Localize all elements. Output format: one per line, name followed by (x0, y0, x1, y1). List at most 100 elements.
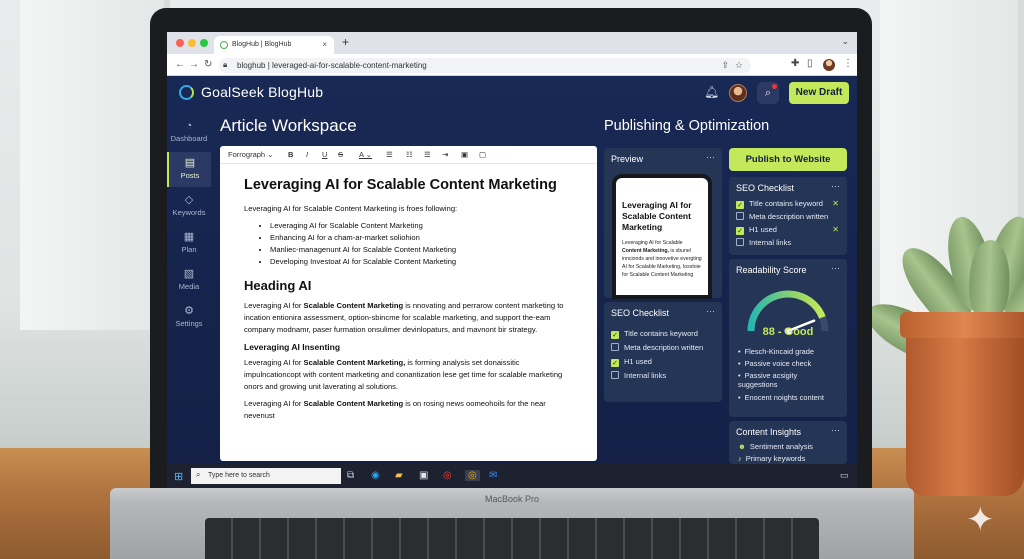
image-insert-icon[interactable]: ▣ (461, 150, 468, 159)
more-options-icon[interactable]: ··· (831, 263, 840, 273)
checkbox-unchecked[interactable] (611, 343, 619, 351)
reload-button[interactable]: ↻ (204, 59, 212, 70)
device-label: MacBook Pro (484, 494, 540, 504)
minimize-window-button[interactable] (188, 39, 196, 47)
store-icon[interactable]: ▣ (419, 470, 428, 481)
insight-item[interactable]: ♪ Primary keywords (738, 454, 805, 463)
more-options-icon[interactable]: ··· (706, 152, 715, 162)
tab-search-icon[interactable]: ⌄ (841, 36, 849, 47)
music-note-icon: ♪ (738, 454, 742, 463)
search-button[interactable]: ⌕ (757, 82, 779, 104)
list-item: Developing Investoat AI for Scalable Con… (270, 256, 577, 268)
tag-icon: ◇ (184, 194, 194, 206)
sidebar-icon[interactable]: ▯ (807, 58, 813, 69)
menu-icon[interactable]: ⋮ (843, 58, 853, 69)
editor-toolbar: Forrograph ⌄ B I U S A ⌄ ☰ ☷ ☰ ⇥ ▣ ▢ (220, 146, 597, 164)
dismiss-icon[interactable]: ✕ (832, 225, 839, 234)
publish-button[interactable]: Publish to Website (729, 148, 847, 171)
list-item: Enhancing AI for a cham-ar-market solioh… (270, 232, 577, 244)
profile-avatar[interactable] (823, 59, 835, 71)
align-icon[interactable]: ☰ (424, 150, 431, 159)
windows-start-icon[interactable]: ⊞ (174, 470, 183, 483)
back-button[interactable]: ← (175, 59, 185, 70)
checkbox-checked[interactable]: ✓ (611, 331, 619, 339)
embed-icon[interactable]: ▢ (479, 150, 486, 159)
posts-icon: ▤ (184, 157, 196, 169)
checklist-item[interactable]: Internal links (611, 371, 666, 380)
lock-icon: 🔒︎ (223, 60, 228, 69)
bold-button[interactable]: B (288, 150, 293, 159)
indent-icon[interactable]: ⇥ (442, 150, 448, 159)
bullet-list-icon[interactable]: ☰ (386, 150, 393, 159)
checklist-item[interactable]: Meta description written (736, 212, 828, 221)
browser-tab[interactable]: BlogHub | BlogHub × (214, 36, 334, 54)
insight-item[interactable]: ☻ Sentiment analysis (738, 442, 813, 451)
article-editor[interactable]: Forrograph ⌄ B I U S A ⌄ ☰ ☷ ☰ ⇥ ▣ ▢ Lev… (220, 146, 597, 461)
new-draft-button[interactable]: New Draft (789, 82, 849, 104)
checklist-item[interactable]: ✓ H1 used (611, 357, 652, 367)
new-tab-button[interactable]: + (342, 35, 349, 49)
file-explorer-icon[interactable]: ▰ (395, 470, 403, 481)
checkbox-checked[interactable]: ✓ (611, 359, 619, 367)
sidebar-item-plan[interactable]: ▦ Plan (167, 226, 211, 261)
preview-article-body: Leveraging AI for Scalable Content Marke… (622, 240, 702, 278)
chrome-icon[interactable]: ◎ (443, 470, 452, 481)
forward-button[interactable]: → (189, 59, 199, 70)
sidebar-item-label: Media (178, 282, 200, 291)
format-dropdown[interactable]: Forrograph ⌄ (228, 150, 274, 159)
checkbox-unchecked[interactable] (611, 371, 619, 379)
checkbox-unchecked[interactable] (736, 238, 744, 246)
bell-icon[interactable]: 🔔︎ (704, 85, 719, 99)
sidebar-item-media[interactable]: ▧ Media (167, 263, 211, 298)
underline-button[interactable]: U (322, 150, 327, 159)
close-window-button[interactable] (176, 39, 184, 47)
document-body: Leveraging AI for Scalable Content Marke… (220, 164, 597, 422)
font-color-button[interactable]: A ⌄ (359, 150, 372, 159)
strikethrough-button[interactable]: S (338, 150, 343, 159)
sidebar-item-keywords[interactable]: ◇ Keywords (167, 189, 211, 224)
app-logo-icon (179, 85, 194, 100)
laptop-base: MacBook Pro (110, 488, 914, 559)
notification-dot (772, 84, 777, 89)
mail-icon[interactable]: ✉ (489, 470, 497, 481)
mobile-preview: Leveraging AI for Scalable Content Marke… (612, 174, 712, 299)
checklist-item[interactable]: ✓ Title contains keyword (736, 199, 823, 209)
dismiss-icon[interactable]: ✕ (832, 199, 839, 208)
notification-tray-icon[interactable]: ▭ (840, 470, 849, 481)
user-avatar[interactable] (729, 84, 747, 102)
checkbox-checked[interactable]: ✓ (736, 227, 744, 235)
extensions-icon[interactable]: ✚ (791, 58, 799, 69)
italic-button[interactable]: I (306, 150, 308, 159)
more-options-icon[interactable]: ··· (831, 425, 840, 435)
share-icon[interactable]: ⇪ (721, 60, 729, 71)
sidebar-item-label: Plan (181, 245, 197, 254)
tab-close-icon[interactable]: × (322, 40, 327, 49)
checklist-item[interactable]: Internal links (736, 238, 791, 247)
favicon-icon (220, 41, 228, 49)
url-field[interactable]: 🔒︎ bloghub | leveraged-ai-for-scalable-c… (219, 58, 751, 73)
sidebar-item-settings[interactable]: ⚙ Settings (167, 300, 211, 335)
sidebar: ◔ Dashboard ▤ Posts ◇ Keywords ▦ Plan ▧ … (167, 116, 213, 356)
sidebar-item-posts[interactable]: ▤ Posts (167, 152, 211, 187)
edge-icon[interactable]: ◉ (371, 470, 380, 481)
terracotta-pot (900, 312, 1024, 496)
numbered-list-icon[interactable]: ☷ (406, 150, 413, 159)
sidebar-item-dashboard[interactable]: ◔ Dashboard (167, 116, 211, 151)
checkbox-checked[interactable]: ✓ (736, 201, 744, 209)
more-options-icon[interactable]: ··· (831, 181, 840, 191)
star-icon[interactable]: ☆ (735, 60, 743, 71)
browser-tab-bar: BlogHub | BlogHub × + ⌄ (167, 32, 857, 54)
taskbar-search[interactable]: ⌕ Type here to search (191, 468, 341, 484)
more-options-icon[interactable]: ··· (706, 306, 715, 316)
checklist-item[interactable]: Meta description written (611, 343, 703, 352)
screen: BlogHub | BlogHub × + ⌄ ← → ↻ 🔒︎ bloghub… (167, 32, 857, 488)
checkbox-unchecked[interactable] (736, 212, 744, 220)
checklist-item[interactable]: ✓ H1 used (736, 225, 777, 235)
sidebar-item-label: Dashboard (170, 134, 208, 143)
seo-checklist-panel-right: SEO Checklist ··· ✓ Title contains keywor… (729, 177, 847, 255)
seo-checklist-title: SEO Checklist (611, 308, 670, 318)
task-view-icon[interactable]: ⧉ (347, 470, 354, 481)
checklist-item[interactable]: ✓ Title contains keyword (611, 329, 698, 339)
chrome-active-icon[interactable]: ◎ (465, 470, 480, 481)
maximize-window-button[interactable] (200, 39, 208, 47)
